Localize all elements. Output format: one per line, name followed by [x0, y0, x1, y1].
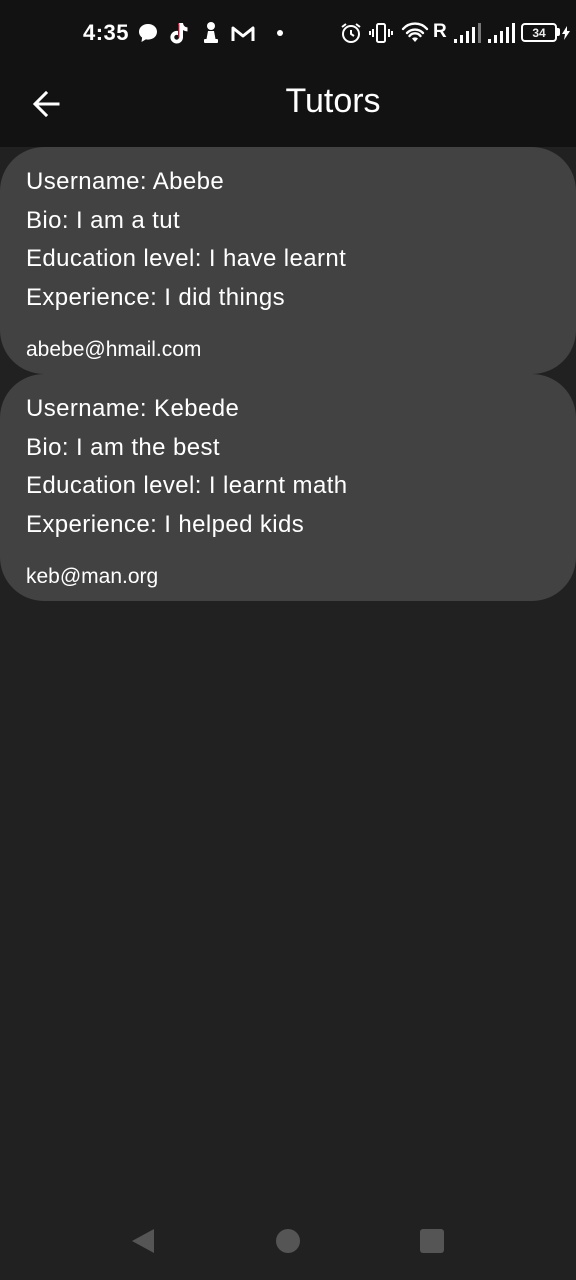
- app-bar: Tutors: [0, 66, 576, 147]
- tutor-username: Username: Kebede: [26, 395, 240, 422]
- wifi-icon: [400, 20, 430, 46]
- alarm-icon: [338, 20, 364, 46]
- chess-pawn-icon: [200, 20, 222, 46]
- tutor-list: Username: Abebe Bio: I am a tut Educatio…: [0, 147, 576, 601]
- tutor-username: Username: Abebe: [26, 168, 225, 195]
- page-title: Tutors: [285, 82, 381, 120]
- signal-icon: [452, 20, 482, 46]
- tutor-education: Education level: I learnt math: [26, 472, 348, 499]
- nav-back-button[interactable]: [128, 1226, 158, 1256]
- screen: 4:35 R 34 Tutors Username: Abebe Bio: I …: [0, 0, 576, 1280]
- recents-square-icon: [420, 1229, 444, 1253]
- home-circle-icon: [276, 1229, 300, 1253]
- tutor-experience: Experience: I did things: [26, 283, 286, 311]
- gmail-icon: [229, 20, 257, 46]
- tutor-education: Education level: I have learnt: [26, 245, 347, 272]
- battery-level: 34: [532, 25, 546, 40]
- tutor-email: keb@man.org: [26, 565, 159, 588]
- battery-icon: 34: [521, 23, 557, 42]
- tutor-email: abebe@hmail.com: [26, 338, 202, 361]
- tutor-card[interactable]: Username: Kebede Bio: I am the best Educ…: [0, 374, 576, 601]
- tutor-card[interactable]: Username: Abebe Bio: I am a tut Educatio…: [0, 147, 576, 374]
- tutor-experience: Experience: I helped kids: [26, 510, 305, 538]
- status-time: 4:35: [83, 20, 130, 45]
- tiktok-icon: [166, 20, 190, 46]
- chat-bubble-icon: [136, 20, 160, 46]
- battery-nub: [557, 28, 560, 36]
- roaming-label: R: [433, 21, 447, 42]
- dot-icon: [274, 20, 286, 46]
- signal-icon: [486, 20, 516, 46]
- tutor-bio: Bio: I am a tut: [26, 206, 181, 234]
- tutor-bio: Bio: I am the best: [26, 433, 220, 461]
- vibrate-icon: [368, 20, 394, 46]
- system-nav-bar: [0, 1200, 576, 1280]
- status-bar: 4:35 R 34: [0, 0, 576, 66]
- back-triangle-icon: [132, 1229, 154, 1253]
- charging-icon: [561, 20, 571, 46]
- nav-recents-button[interactable]: [417, 1226, 447, 1256]
- nav-home-button[interactable]: [273, 1226, 303, 1256]
